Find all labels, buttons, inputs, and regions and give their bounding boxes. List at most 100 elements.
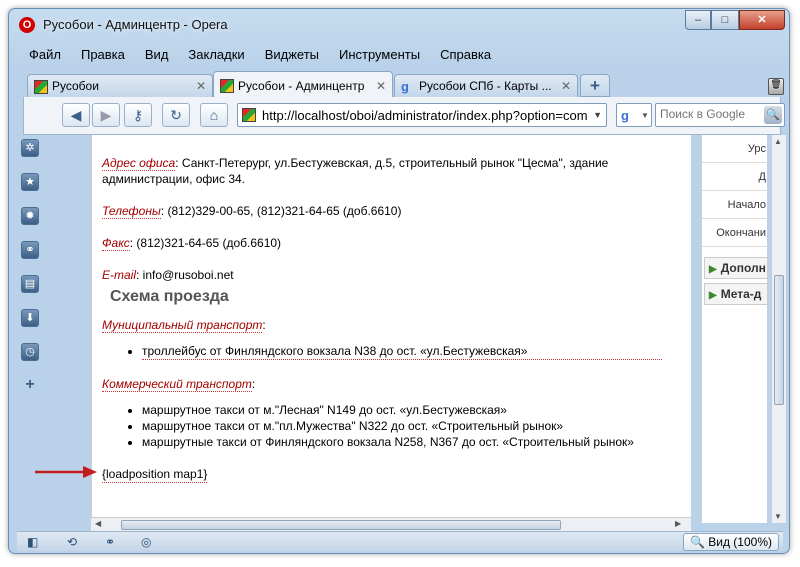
downloads-icon[interactable]: ⬇ [21,309,39,327]
section-label: Дополн [720,261,766,275]
email-label: E-mail [102,268,137,282]
tab-bar: Русобои ✕ Русобои - Админцентр ✕ g Русоб… [23,71,784,97]
list-item: маршрутные такси от Финляндского вокзала… [142,434,662,450]
scroll-left-icon[interactable]: ◀ [95,519,101,528]
tab-maps[interactable]: g Русобои СПб - Карты ... ✕ [394,74,578,97]
menu-bar: Файл Правка Вид Закладки Виджеты Инструм… [9,41,789,67]
search-icon[interactable]: 🔍 [764,106,782,124]
editor-toolbar-strip [92,135,691,143]
back-button[interactable]: ◀ [62,103,90,127]
tab-admincenter[interactable]: Русобои - Админцентр ✕ [213,71,393,97]
scroll-up-icon[interactable]: ▲ [774,137,782,146]
red-arrow-icon [35,466,97,478]
scroll-down-icon[interactable]: ▼ [774,512,782,521]
trash-icon[interactable]: 🗑 [768,78,784,95]
vertical-scrollbar[interactable]: ▲ ▼ [771,135,786,523]
minimize-button[interactable]: – [685,10,711,30]
search-engine-selector[interactable]: g ▼ [616,103,652,127]
list-item: маршрутное такси от м."пл.Мужества" N322… [142,418,662,434]
scroll-thumb[interactable] [774,275,784,405]
widgets-gear-icon[interactable]: ✹ [21,207,39,225]
menu-tools[interactable]: Инструменты [329,47,430,62]
expand-arrow-icon: ▶ [709,264,717,275]
tab-close-icon[interactable]: ✕ [561,79,571,93]
zoom-label: Вид (100%) [708,535,772,549]
site-favicon-icon [34,80,48,94]
navigation-toolbar: ◀ ▶ ⚷ ↻ ⌂ http://localhost/oboi/administ… [23,97,785,135]
notes-icon[interactable]: ▤ [21,275,39,293]
office-paragraph: Адрес офиса: Санкт-Петерург, ул.Бестужев… [102,155,662,187]
menu-file[interactable]: Файл [19,47,71,62]
reload-button[interactable]: ↻ [162,103,190,127]
municipal-list: троллейбус от Финляндского вокзала N38 д… [142,343,662,360]
title-bar: O Русобои - Админцентр - Opera – □ ✕ [9,9,789,41]
editor-content[interactable]: Адрес офиса: Санкт-Петерург, ул.Бестужев… [91,135,691,523]
menu-edit[interactable]: Правка [71,47,135,62]
menu-help[interactable]: Справка [430,47,501,62]
unite-icon[interactable]: ⚭ [21,241,39,259]
menu-view[interactable]: Вид [135,47,179,62]
tab-label: Русобои - Админцентр [238,79,365,93]
bookmarks-icon[interactable]: ★ [21,173,39,191]
speed-dial-icon[interactable]: ✲ [21,139,39,157]
scroll-thumb[interactable] [121,520,561,530]
unite-status-icon[interactable]: ⚭ [105,535,115,549]
tab-close-icon[interactable]: ✕ [376,79,386,93]
phones-label: Телефоны [102,204,161,219]
loadposition-tag: {loadposition map1} [102,467,208,483]
search-box[interactable]: 🔍 [655,103,785,127]
turbo-icon[interactable]: ◎ [141,535,151,549]
maximize-button[interactable]: □ [711,10,739,30]
list-item: троллейбус от Финляндского вокзала N38 д… [142,343,662,360]
tab-close-icon[interactable]: ✕ [196,79,206,93]
route-heading: Схема проезда [110,288,229,305]
tab-rusoboi[interactable]: Русобои ✕ [27,74,213,97]
search-input[interactable] [660,107,760,121]
article-body: Адрес офиса: Санкт-Петерург, ул.Бестужев… [102,155,662,483]
phones-text: : (812)329-00-65, (812)321-64-65 (доб.66… [160,204,402,218]
list-item: маршрутное такси от м."Лесная" N149 до о… [142,402,662,418]
status-bar: ◧ ⟲ ⚭ ◎ 🔍 Вид (100%) [17,531,783,551]
menu-widgets[interactable]: Виджеты [255,47,329,62]
window-controls: – □ ✕ [685,10,785,30]
fax-label: Факс [102,236,130,251]
zoom-control[interactable]: 🔍 Вид (100%) [682,533,779,551]
history-clock-icon[interactable]: ◷ [21,343,39,361]
municipal-label-paragraph: Муниципальный транспорт: [102,318,266,333]
phones-paragraph: Телефоны: (812)329-00-65, (812)321-64-65… [102,203,662,219]
add-panel-icon[interactable]: + [21,377,39,395]
google-icon: g [621,108,629,123]
param-row[interactable]: Начало [702,191,768,219]
panel-toggle-icon[interactable]: ◧ [27,535,38,549]
param-row[interactable]: Окончани [702,219,768,247]
address-url[interactable]: http://localhost/oboi/administrator/inde… [262,108,587,123]
param-row[interactable]: Д [702,163,768,191]
menu-bookmarks[interactable]: Закладки [178,47,254,62]
section-meta[interactable]: ▶ Мета-д [704,283,768,305]
new-tab-button[interactable]: + [580,74,610,97]
fax-text: : (812)321-64-65 (доб.6610) [129,236,282,250]
forward-button[interactable]: ▶ [92,103,120,127]
google-favicon-icon: g [401,79,409,94]
section-label: Мета-д [720,287,762,301]
scroll-right-icon[interactable]: ▶ [675,519,681,528]
email-paragraph: E-mail: info@rusoboi.net [102,267,662,283]
param-row[interactable]: Урс [702,135,768,163]
close-button[interactable]: ✕ [739,10,785,30]
chevron-down-icon: ▼ [641,111,649,120]
sync-icon[interactable]: ⟲ [67,535,77,549]
commercial-label-paragraph: Коммерческий транспорт: [102,377,256,392]
expand-arrow-icon: ▶ [709,290,717,301]
zoom-magnifier-icon: 🔍 [689,535,705,549]
home-button[interactable]: ⌂ [200,103,228,127]
window-title: Русобои - Админцентр - Opera [43,17,228,32]
horizontal-scrollbar[interactable]: ◀ ▶ [91,517,691,531]
opera-logo-icon[interactable]: O [19,17,35,33]
right-parameters-panel: Урс Д Начало Окончани ▶ Дополн ▶ Мета-д [701,135,768,523]
email-text: : info@rusoboi.net [136,268,234,282]
fax-paragraph: Факс: (812)321-64-65 (доб.6610) [102,235,662,251]
section-additional[interactable]: ▶ Дополн [704,257,768,279]
address-bar[interactable]: http://localhost/oboi/administrator/inde… [237,103,607,127]
wand-key-icon[interactable]: ⚷ [124,103,152,127]
chevron-down-icon[interactable]: ▼ [593,110,602,120]
